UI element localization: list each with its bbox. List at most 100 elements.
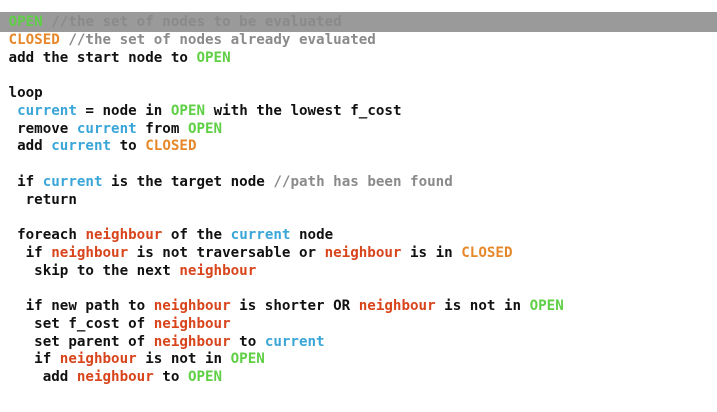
code-token-current: current [76, 120, 137, 137]
code-token-comment: //path has been found [273, 173, 453, 190]
code-token: foreach [17, 227, 86, 243]
code-token: to [153, 369, 188, 385]
code-token: set parent of [34, 333, 154, 350]
code-line [0, 280, 564, 298]
code-token: skip to the next [34, 262, 180, 279]
code-token-neighbour: neighbour [85, 227, 163, 243]
code-token: if [17, 173, 43, 190]
code-token: if [34, 351, 60, 368]
code-token: to [111, 138, 146, 155]
code-token-open: OPEN [196, 49, 231, 66]
code-token-open: OPEN [187, 120, 223, 137]
code-token-neighbour: neighbour [358, 298, 436, 314]
code-token-neighbour: neighbour [51, 244, 129, 261]
code-line: OPEN //the set of nodes to be evaluated [0, 14, 564, 32]
code-line [0, 156, 564, 174]
pseudocode-slide: OPEN //the set of nodes to be evaluated … [0, 0, 717, 412]
pseudocode-block: OPEN //the set of nodes to be evaluated … [0, 14, 564, 387]
code-token-neighbour: neighbour [153, 333, 231, 350]
code-line [0, 209, 564, 227]
code-token: loop [8, 85, 43, 101]
code-token: add the start node to [8, 49, 197, 66]
code-token-neighbour: neighbour [153, 298, 231, 314]
code-token: add [17, 138, 52, 155]
code-token: if new path to [25, 298, 154, 314]
code-token: return [25, 191, 77, 208]
code-token: is shorter OR [230, 298, 359, 314]
code-line: current = node in OPEN with the lowest f… [0, 103, 564, 121]
code-line: set parent of neighbour to current [0, 334, 564, 352]
code-token-closed: CLOSED [461, 244, 513, 261]
code-line: add current to CLOSED [0, 138, 564, 156]
code-token: from [136, 120, 188, 137]
code-line: CLOSED //the set of nodes already evalua… [0, 32, 564, 50]
code-token-neighbour: neighbour [179, 262, 257, 279]
code-line: remove current from OPEN [0, 121, 564, 139]
code-token: of the [162, 227, 231, 243]
code-token-closed: CLOSED [8, 31, 60, 48]
code-token: is not in [136, 351, 231, 368]
code-token: is in [401, 244, 462, 261]
code-line: if neighbour is not in OPEN [0, 351, 564, 369]
code-token-closed: CLOSED [145, 138, 197, 155]
code-token-current: current [264, 333, 325, 350]
code-token: to [230, 333, 265, 350]
code-line: if current is the target node //path has… [0, 174, 564, 192]
code-token: = node in [76, 102, 171, 119]
code-line: add neighbour to OPEN [0, 369, 564, 387]
code-token-comment: //the set of nodes already evaluated [59, 31, 376, 48]
code-line: if new path to neighbour is shorter OR n… [0, 298, 564, 316]
code-line: add the start node to OPEN [0, 50, 564, 68]
code-token-open: OPEN [8, 14, 43, 30]
code-token: node [290, 227, 334, 243]
code-token-neighbour: neighbour [153, 315, 231, 332]
code-token: is not in [435, 298, 530, 314]
code-token-open: OPEN [230, 351, 265, 368]
code-token: set f_cost of [34, 315, 154, 332]
code-token-open: OPEN [529, 298, 564, 314]
code-line: set f_cost of neighbour [0, 316, 564, 334]
code-token: with the lowest f_cost [205, 102, 402, 119]
code-token-open: OPEN [170, 102, 206, 119]
code-line: skip to the next neighbour [0, 263, 564, 281]
code-token: is the target node [102, 173, 274, 190]
code-token-neighbour: neighbour [59, 351, 137, 368]
code-token-open: OPEN [187, 369, 223, 385]
code-token-current: current [51, 138, 112, 155]
code-token-comment: //the set of nodes to be evaluated [42, 14, 342, 30]
code-line: foreach neighbour of the current node [0, 227, 564, 245]
code-token: is not traversable or [128, 244, 325, 261]
code-token: if [25, 244, 52, 261]
code-line: return [0, 192, 564, 210]
code-token-current: current [42, 173, 103, 190]
code-line [0, 67, 564, 85]
code-token: add [42, 369, 77, 385]
code-token: remove [17, 120, 77, 137]
code-token-current: current [230, 227, 291, 243]
code-token-neighbour: neighbour [324, 244, 402, 261]
code-token-current: current [17, 102, 77, 119]
code-line: loop [0, 85, 564, 103]
code-token-neighbour: neighbour [76, 369, 154, 385]
